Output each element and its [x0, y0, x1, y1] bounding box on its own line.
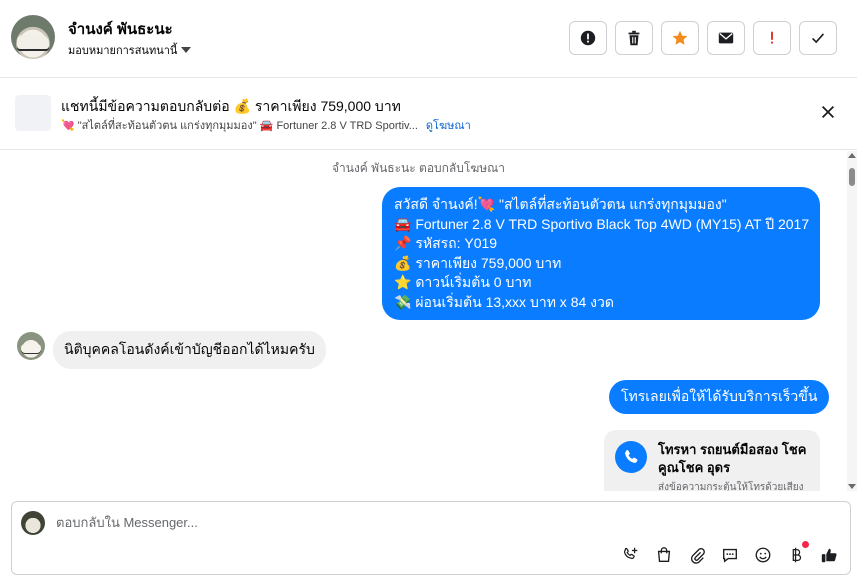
attach-button[interactable]: [687, 545, 707, 565]
view-ad-link[interactable]: ดูโฆษณา: [426, 116, 471, 134]
payment-button[interactable]: [786, 541, 809, 565]
shop-button[interactable]: [654, 545, 674, 565]
assign-conversation-dropdown[interactable]: มอบหมายการสนทนานี้: [68, 41, 192, 59]
emoji-icon: [755, 547, 771, 563]
conversation-header: จำนงค์ พันธะนะ มอบหมายการสนทนานี้: [0, 0, 857, 78]
system-note: จำนงค์ พันธะนะ ตอบกลับโฆษณา: [331, 161, 506, 175]
envelope-icon: [718, 32, 734, 44]
outgoing-message[interactable]: โทรเลยเพื่อให้ได้รับบริการเร็วขึ้น: [609, 380, 830, 414]
shopping-bag-icon: [657, 547, 671, 562]
scroll-up-arrow-icon[interactable]: [848, 153, 856, 158]
contact-avatar[interactable]: [11, 15, 55, 59]
header-actions: [569, 21, 837, 55]
saved-replies-button[interactable]: [720, 545, 740, 565]
emoji-button[interactable]: [753, 545, 773, 565]
spam-icon: [580, 30, 596, 46]
mark-unread-button[interactable]: [707, 21, 745, 55]
thread-scrollbar[interactable]: [847, 151, 857, 491]
caret-down-icon: [181, 47, 192, 53]
ad-title: แชทนี้มีข้อความตอบกลับต่อ 💰 ราคาเพียง 75…: [61, 98, 401, 114]
contact-name[interactable]: จำนงค์ พันธะนะ: [68, 17, 173, 41]
delete-button[interactable]: [615, 21, 653, 55]
like-button[interactable]: [819, 545, 839, 565]
trash-icon: [628, 30, 640, 46]
contact-avatar-small[interactable]: [17, 332, 45, 360]
reply-composer: [11, 501, 851, 575]
important-button[interactable]: [753, 21, 791, 55]
important-icon: [771, 31, 773, 44]
mark-done-button[interactable]: [799, 21, 837, 55]
incoming-message[interactable]: นิติบุคคลโอนดังค์เข้าบัญชีออกได้ไหมครับ: [53, 331, 326, 369]
outgoing-message[interactable]: สวัสดี จำนงค์!💘 "สไตล์ที่สะท้อนตัวตน แกร…: [382, 187, 820, 320]
notification-dot: [802, 541, 809, 548]
message-line: สวัสดี จำนงค์!💘 "สไตล์ที่สะท้อนตัวตน แกร…: [394, 196, 727, 212]
checkmark-icon: [812, 33, 825, 44]
scroll-down-arrow-icon[interactable]: [848, 484, 856, 489]
phone-icon: [615, 441, 647, 473]
page-avatar: [21, 511, 45, 535]
call-button[interactable]: [621, 545, 641, 565]
ad-thumbnail: [15, 95, 51, 131]
star-icon: [672, 30, 688, 45]
scroll-thumb[interactable]: [849, 168, 855, 186]
call-card[interactable]: โทรหา รถยนต์มือสอง โชคคูณโชค อุดร ส่งข้อ…: [604, 430, 820, 491]
star-button[interactable]: [661, 21, 699, 55]
reply-input[interactable]: [56, 515, 656, 530]
like-icon: [821, 548, 837, 563]
ad-context-bar: แชทนี้มีข้อความตอบกลับต่อ 💰 ราคาเพียง 75…: [0, 79, 857, 150]
message-line: 📌 รหัสรถ: Y019: [394, 235, 498, 251]
ad-subtitle: 💘 "สไตล์ที่สะท้อนตัวตน แกร่งทุกมุมมอง" 🚘…: [61, 120, 418, 132]
message-line: 💰 ราคาเพียง 759,000 บาท: [394, 254, 562, 271]
close-icon[interactable]: [819, 103, 837, 121]
ad-subtitle-row: 💘 "สไตล์ที่สะท้อนตัวตน แกร่งทุกมุมมอง" 🚘…: [61, 116, 471, 134]
message-line: 🚘 Fortuner 2.8 V TRD Sportivo Black Top …: [394, 215, 810, 232]
chat-reply-icon: [723, 548, 737, 563]
message-line: ⭐ ดาวน์เริ่มต้น 0 บาท: [394, 274, 532, 290]
baht-icon: [792, 547, 802, 563]
message-line: 💸 ผ่อนเริ่มต้น 13,xxx บาท x 84 งวด: [394, 293, 614, 310]
spam-button[interactable]: [569, 21, 607, 55]
composer-tools: [621, 541, 839, 565]
call-card-title: โทรหา รถยนต์มือสอง โชคคูณโชค อุดร: [658, 442, 807, 475]
assign-conversation-label: มอบหมายการสนทนานี้: [68, 45, 178, 57]
paperclip-icon: [690, 548, 705, 564]
message-thread[interactable]: จำนงค์ พันธะนะ ตอบกลับโฆษณา สวัสดี จำนงค…: [0, 151, 857, 491]
phone-plus-icon: [623, 547, 638, 560]
call-card-subtitle: ส่งข้อความกระตุ้นให้โทรด้วยเสียง: [658, 482, 804, 491]
